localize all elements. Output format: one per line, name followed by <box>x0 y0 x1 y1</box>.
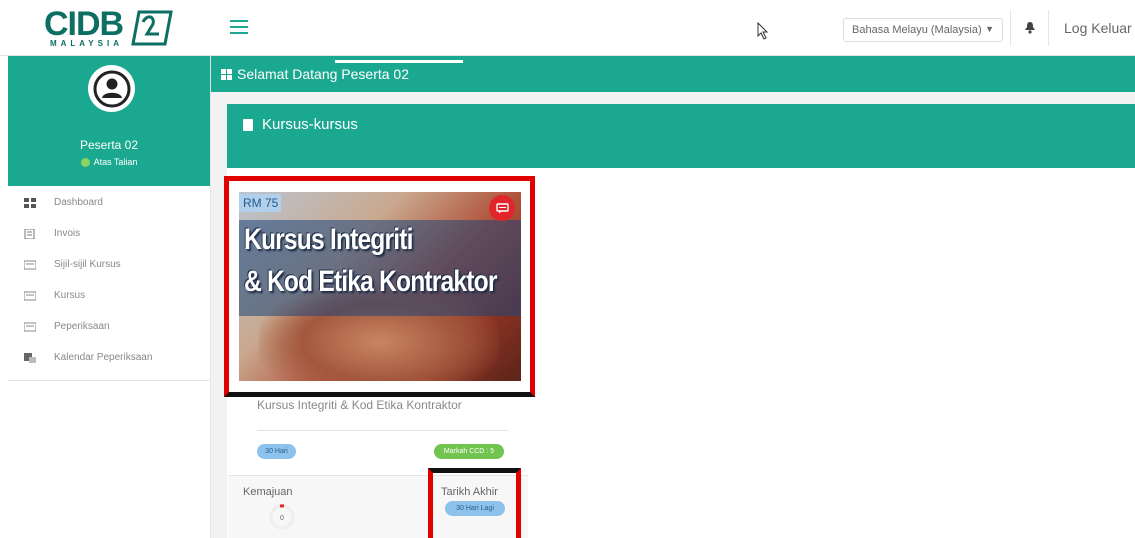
dashboard-icon <box>221 68 232 80</box>
sidebar-item-invois[interactable]: Invois <box>8 218 210 249</box>
menu-toggle-icon[interactable] <box>230 20 248 34</box>
sidebar-item-label: Sijil-sijil Kursus <box>54 259 121 270</box>
bell-icon[interactable] <box>1024 21 1036 34</box>
progress-value: 0 <box>280 515 284 522</box>
active-tab-indicator <box>335 60 463 63</box>
language-value: Bahasa Melayu (Malaysia) <box>852 24 982 36</box>
cidb-logo[interactable]: CIDB MALAYSIA <box>8 0 211 56</box>
sidebar-item-label: Dashboard <box>54 197 103 208</box>
logo-subtext: MALAYSIA <box>49 39 123 48</box>
calendar-icon <box>24 352 36 363</box>
chevron-down-icon: ▼ <box>985 24 994 34</box>
sidebar-item-sijil[interactable]: Sijil-sijil Kursus <box>8 249 210 280</box>
certificate-icon <box>24 260 36 269</box>
sidebar: Peserta 02 Atas Talian Dashboard Invois … <box>8 56 211 538</box>
avatar[interactable] <box>88 65 135 112</box>
divider <box>1010 10 1011 46</box>
sidebar-menu: Dashboard Invois Sijil-sijil Kursus Kurs… <box>8 187 210 381</box>
sidebar-item-kalendar[interactable]: Kalendar Peperiksaan <box>8 342 210 373</box>
welcome-text: Selamat Datang Peserta 02 <box>237 66 409 82</box>
online-status: Atas Talian <box>8 157 210 167</box>
logo-text: CIDB <box>43 5 124 43</box>
dashboard-icon <box>24 197 36 208</box>
course-icon <box>24 291 36 300</box>
status-dot-icon <box>80 157 90 167</box>
panel-header: Kursus-kursus <box>227 104 1135 168</box>
sidebar-item-label: Peperiksaan <box>54 321 110 332</box>
logo-mark-icon <box>131 10 173 46</box>
tab-kursus-terkini[interactable]: Kursus Terkini <box>235 43 298 54</box>
language-select[interactable]: Bahasa Melayu (Malaysia) ▼ <box>843 18 1003 42</box>
exam-icon <box>24 322 36 331</box>
sidebar-item-label: Kalendar Peperiksaan <box>54 352 153 363</box>
course-title[interactable]: Kursus Integriti & Kod Etika Kontraktor <box>257 398 462 412</box>
panel-title: Kursus-kursus <box>262 116 358 133</box>
top-bar: CIDB MALAYSIA Bahasa Melayu (Malaysia) ▼… <box>0 0 1135 56</box>
sidebar-item-dashboard[interactable]: Dashboard <box>8 187 210 218</box>
duration-badge: 30 Hari <box>257 444 296 459</box>
sidebar-item-label: Kursus <box>54 290 86 301</box>
mouse-cursor-icon <box>757 22 769 40</box>
user-icon <box>93 70 130 107</box>
profile-panel: Peserta 02 Atas Talian <box>8 56 210 186</box>
tab-kursus-dilanggan[interactable]: Kursus Yang Dilanggan <box>342 43 446 54</box>
status-text: Atas Talian <box>93 157 138 167</box>
highlight-box <box>224 176 535 397</box>
book-icon <box>243 118 253 131</box>
invoice-icon <box>24 228 35 239</box>
sidebar-item-label: Invois <box>54 228 81 239</box>
ccd-points-badge: Markah CCD : 5 <box>434 444 504 459</box>
highlight-box <box>428 468 521 538</box>
sidebar-item-kursus[interactable]: Kursus <box>8 280 210 311</box>
divider <box>1048 10 1049 46</box>
divider <box>257 430 508 431</box>
sidebar-item-peperiksaan[interactable]: Peperiksaan <box>8 311 210 342</box>
progress-label: Kemajuan <box>243 486 293 498</box>
profile-name: Peserta 02 <box>79 138 139 152</box>
logout-link[interactable]: Log Keluar <box>1064 20 1132 36</box>
progress-ring: 0 <box>269 504 295 530</box>
